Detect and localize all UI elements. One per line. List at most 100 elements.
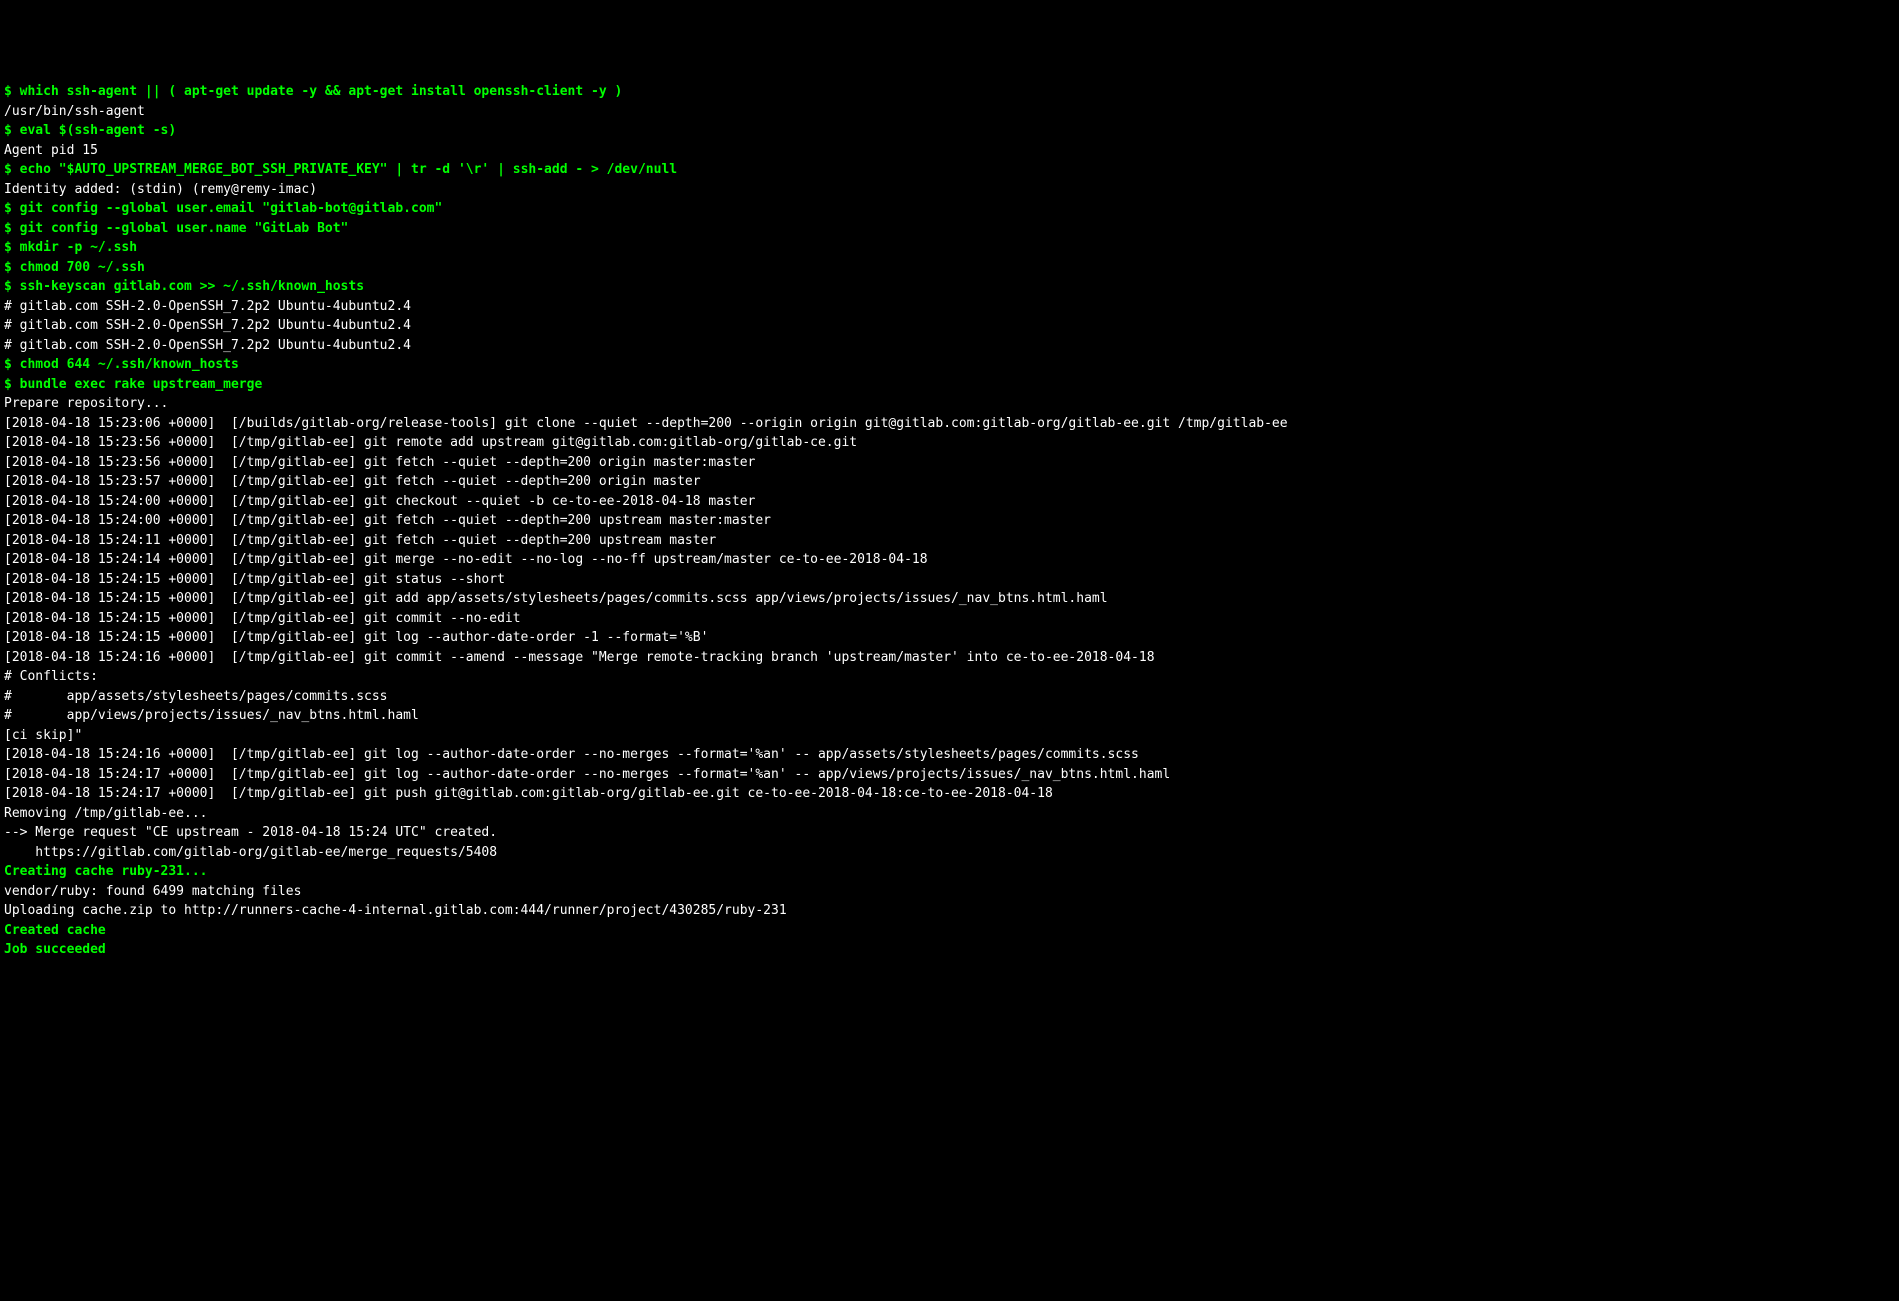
terminal-line: $ eval $(ssh-agent -s) — [4, 121, 1895, 141]
output-text: https://gitlab.com/gitlab-org/gitlab-ee/… — [4, 845, 497, 860]
terminal-line: [2018-04-18 15:24:00 +0000] [/tmp/gitlab… — [4, 492, 1895, 512]
prompt: $ — [4, 84, 20, 99]
terminal-line: [2018-04-18 15:24:11 +0000] [/tmp/gitlab… — [4, 531, 1895, 551]
output-text: [2018-04-18 15:24:17 +0000] [/tmp/gitlab… — [4, 786, 1053, 801]
terminal-line: [2018-04-18 15:23:56 +0000] [/tmp/gitlab… — [4, 453, 1895, 473]
command-text: ssh-keyscan gitlab.com >> ~/.ssh/known_h… — [20, 279, 364, 294]
command-text: which ssh-agent || ( apt-get update -y &… — [20, 84, 623, 99]
terminal-line: $ git config --global user.email "gitlab… — [4, 199, 1895, 219]
prompt: $ — [4, 260, 20, 275]
prompt: $ — [4, 357, 20, 372]
command-text: git config --global user.name "GitLab Bo… — [20, 221, 349, 236]
terminal-line: --> Merge request "CE upstream - 2018-04… — [4, 823, 1895, 843]
output-text: [2018-04-18 15:23:06 +0000] [/builds/git… — [4, 416, 1288, 431]
terminal-line: /usr/bin/ssh-agent — [4, 102, 1895, 122]
prompt: $ — [4, 240, 20, 255]
terminal-line: vendor/ruby: found 6499 matching files — [4, 882, 1895, 902]
status-text: Job succeeded — [4, 942, 106, 957]
output-text: [2018-04-18 15:24:00 +0000] [/tmp/gitlab… — [4, 494, 755, 509]
terminal-line: Removing /tmp/gitlab-ee... — [4, 804, 1895, 824]
terminal-line: [2018-04-18 15:24:16 +0000] [/tmp/gitlab… — [4, 648, 1895, 668]
command-text: chmod 644 ~/.ssh/known_hosts — [20, 357, 239, 372]
terminal-line: $ bundle exec rake upstream_merge — [4, 375, 1895, 395]
terminal-line: $ which ssh-agent || ( apt-get update -y… — [4, 82, 1895, 102]
terminal-line: # app/views/projects/issues/_nav_btns.ht… — [4, 706, 1895, 726]
output-text: [2018-04-18 15:23:56 +0000] [/tmp/gitlab… — [4, 435, 857, 450]
terminal-line: [2018-04-18 15:23:56 +0000] [/tmp/gitlab… — [4, 433, 1895, 453]
command-text: eval $(ssh-agent -s) — [20, 123, 177, 138]
terminal-line: Uploading cache.zip to http://runners-ca… — [4, 901, 1895, 921]
terminal-line: $ echo "$AUTO_UPSTREAM_MERGE_BOT_SSH_PRI… — [4, 160, 1895, 180]
command-text: bundle exec rake upstream_merge — [20, 377, 263, 392]
terminal-line: # gitlab.com SSH-2.0-OpenSSH_7.2p2 Ubunt… — [4, 297, 1895, 317]
terminal-line: [2018-04-18 15:23:06 +0000] [/builds/git… — [4, 414, 1895, 434]
terminal-line: # app/assets/stylesheets/pages/commits.s… — [4, 687, 1895, 707]
terminal-line: $ chmod 700 ~/.ssh — [4, 258, 1895, 278]
output-text: [2018-04-18 15:24:11 +0000] [/tmp/gitlab… — [4, 533, 716, 548]
output-text: Agent pid 15 — [4, 143, 98, 158]
prompt: $ — [4, 201, 20, 216]
terminal-line: [2018-04-18 15:24:15 +0000] [/tmp/gitlab… — [4, 570, 1895, 590]
prompt: $ — [4, 162, 20, 177]
output-text: /usr/bin/ssh-agent — [4, 104, 145, 119]
command-text: git config --global user.email "gitlab-b… — [20, 201, 443, 216]
output-text: # Conflicts: — [4, 669, 98, 684]
terminal-line: # Conflicts: — [4, 667, 1895, 687]
output-text: Identity added: (stdin) (remy@remy-imac) — [4, 182, 317, 197]
terminal-line: # gitlab.com SSH-2.0-OpenSSH_7.2p2 Ubunt… — [4, 336, 1895, 356]
terminal-line: [2018-04-18 15:23:57 +0000] [/tmp/gitlab… — [4, 472, 1895, 492]
terminal-line: Job succeeded — [4, 940, 1895, 960]
output-text: [2018-04-18 15:24:16 +0000] [/tmp/gitlab… — [4, 650, 1155, 665]
terminal-line: $ ssh-keyscan gitlab.com >> ~/.ssh/known… — [4, 277, 1895, 297]
output-text: # gitlab.com SSH-2.0-OpenSSH_7.2p2 Ubunt… — [4, 299, 411, 314]
output-text: # app/views/projects/issues/_nav_btns.ht… — [4, 708, 419, 723]
terminal-line: Agent pid 15 — [4, 141, 1895, 161]
output-text: [2018-04-18 15:23:57 +0000] [/tmp/gitlab… — [4, 474, 701, 489]
output-text: --> Merge request "CE upstream - 2018-04… — [4, 825, 497, 840]
terminal-line: $ mkdir -p ~/.ssh — [4, 238, 1895, 258]
prompt: $ — [4, 279, 20, 294]
output-text: [2018-04-18 15:24:16 +0000] [/tmp/gitlab… — [4, 747, 1139, 762]
status-text: Creating cache ruby-231... — [4, 864, 208, 879]
prompt: $ — [4, 377, 20, 392]
terminal-line: [2018-04-18 15:24:14 +0000] [/tmp/gitlab… — [4, 550, 1895, 570]
command-text: echo "$AUTO_UPSTREAM_MERGE_BOT_SSH_PRIVA… — [20, 162, 677, 177]
output-text: [2018-04-18 15:24:15 +0000] [/tmp/gitlab… — [4, 572, 505, 587]
terminal-line: [2018-04-18 15:24:16 +0000] [/tmp/gitlab… — [4, 745, 1895, 765]
output-text: [2018-04-18 15:23:56 +0000] [/tmp/gitlab… — [4, 455, 755, 470]
output-text: vendor/ruby: found 6499 matching files — [4, 884, 301, 899]
terminal-line: $ git config --global user.name "GitLab … — [4, 219, 1895, 239]
terminal-line: Creating cache ruby-231... — [4, 862, 1895, 882]
terminal-line: Created cache — [4, 921, 1895, 941]
output-text: [2018-04-18 15:24:17 +0000] [/tmp/gitlab… — [4, 767, 1170, 782]
terminal-line: https://gitlab.com/gitlab-org/gitlab-ee/… — [4, 843, 1895, 863]
output-text: Removing /tmp/gitlab-ee... — [4, 806, 208, 821]
output-text: [2018-04-18 15:24:15 +0000] [/tmp/gitlab… — [4, 611, 521, 626]
command-text: mkdir -p ~/.ssh — [20, 240, 137, 255]
output-text: [2018-04-18 15:24:14 +0000] [/tmp/gitlab… — [4, 552, 928, 567]
terminal-line: [2018-04-18 15:24:17 +0000] [/tmp/gitlab… — [4, 765, 1895, 785]
terminal-line: [2018-04-18 15:24:15 +0000] [/tmp/gitlab… — [4, 589, 1895, 609]
output-text: # gitlab.com SSH-2.0-OpenSSH_7.2p2 Ubunt… — [4, 318, 411, 333]
terminal-line: [2018-04-18 15:24:15 +0000] [/tmp/gitlab… — [4, 609, 1895, 629]
terminal-line: [2018-04-18 15:24:15 +0000] [/tmp/gitlab… — [4, 628, 1895, 648]
prompt: $ — [4, 123, 20, 138]
output-text: [2018-04-18 15:24:00 +0000] [/tmp/gitlab… — [4, 513, 771, 528]
output-text: [ci skip]" — [4, 728, 82, 743]
output-text: Uploading cache.zip to http://runners-ca… — [4, 903, 787, 918]
output-text: [2018-04-18 15:24:15 +0000] [/tmp/gitlab… — [4, 591, 1108, 606]
output-text: # app/assets/stylesheets/pages/commits.s… — [4, 689, 388, 704]
terminal-line: [ci skip]" — [4, 726, 1895, 746]
output-text: Prepare repository... — [4, 396, 168, 411]
terminal-line: # gitlab.com SSH-2.0-OpenSSH_7.2p2 Ubunt… — [4, 316, 1895, 336]
terminal-output[interactable]: $ which ssh-agent || ( apt-get update -y… — [4, 82, 1895, 960]
command-text: chmod 700 ~/.ssh — [20, 260, 145, 275]
terminal-line: [2018-04-18 15:24:17 +0000] [/tmp/gitlab… — [4, 784, 1895, 804]
output-text: # gitlab.com SSH-2.0-OpenSSH_7.2p2 Ubunt… — [4, 338, 411, 353]
status-text: Created cache — [4, 923, 106, 938]
terminal-line: Identity added: (stdin) (remy@remy-imac) — [4, 180, 1895, 200]
prompt: $ — [4, 221, 20, 236]
terminal-line: Prepare repository... — [4, 394, 1895, 414]
terminal-line: [2018-04-18 15:24:00 +0000] [/tmp/gitlab… — [4, 511, 1895, 531]
output-text: [2018-04-18 15:24:15 +0000] [/tmp/gitlab… — [4, 630, 708, 645]
